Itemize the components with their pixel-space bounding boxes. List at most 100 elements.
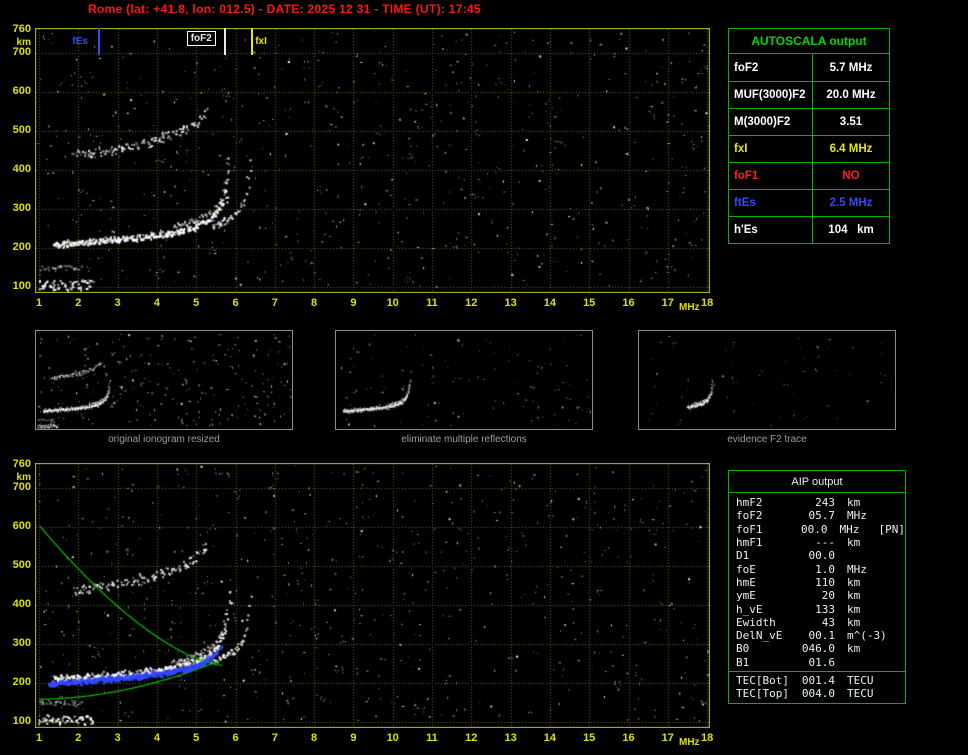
x-tick-label: 9 <box>350 732 357 744</box>
aip-param-value: 05.7 <box>808 509 836 523</box>
x-tick-label: 17 <box>661 297 674 309</box>
x-axis-unit-label: MHz <box>679 737 700 748</box>
aip-row: D1 00.0 <box>729 549 905 562</box>
y-tick-label: 700 <box>12 46 31 59</box>
aip-param-unit: km <box>847 536 861 550</box>
thumbnail-caption-eliminate: eliminate multiple reflections <box>401 434 527 445</box>
aip-param-unit: m^(-3) <box>847 629 887 643</box>
aip-tec-separator <box>729 670 905 672</box>
ionogram-fitted: 760 700 600 500 400 300 200 100 km 1 2 3 4 5 6 7 8 9 10 11 1… <box>13 458 714 748</box>
y-tick-label: 100 <box>12 714 31 727</box>
y-tick-label: 200 <box>12 675 31 688</box>
thumbnail-original-ionogram <box>35 330 293 430</box>
y-tick-label: 400 <box>12 163 31 176</box>
aip-param-value: 00.0 <box>801 522 828 536</box>
aip-param-value: 01.6 <box>808 655 836 669</box>
aip-param-unit: km <box>847 615 861 629</box>
aip-tec-label: TEC[Bot] <box>736 674 789 687</box>
aip-param-value: 046.0 <box>801 642 835 656</box>
x-tick-label: 8 <box>311 732 318 744</box>
y-axis-unit-label: km <box>16 37 31 48</box>
y-tick-label: 500 <box>12 124 31 137</box>
y-tick-label: 600 <box>12 520 31 533</box>
autoscala-row: h'Es 104 km <box>729 216 889 243</box>
aip-tec-unit: TECU <box>847 674 874 687</box>
aip-table-rows: hmF2 243 km foF2 05.7 MHz foF1 00.0 MHz [PN] hmF1-… <box>729 493 905 669</box>
x-tick-label: 4 <box>153 297 160 309</box>
aip-param-label: B0 <box>736 642 750 656</box>
y-tick-label: 500 <box>12 559 31 572</box>
foF2-marker-line <box>223 28 226 55</box>
aip-param-label: Ewidth <box>736 615 776 629</box>
aip-param-label: DelN_vE <box>736 629 783 643</box>
autoscala-param-label: foF2 <box>729 54 813 81</box>
aip-row: B1 01.6 <box>729 656 905 669</box>
fxI-marker-line <box>251 28 254 55</box>
aip-output-table: AIP output hmF2 243 km foF2 05.7 MHz foF1 00.0 M… <box>728 470 906 705</box>
x-tick-label: 5 <box>193 297 200 309</box>
thumbnail-eliminate-canvas <box>336 331 592 429</box>
x-tick-label: 2 <box>75 297 82 309</box>
aip-tec-value: 001.4 <box>801 674 835 687</box>
aip-tec-row: TEC[Bot] 001.4 TECU <box>729 674 905 687</box>
aip-param-label: foF1 <box>736 522 763 536</box>
autoscala-param-value: 6.4 MHz <box>829 143 873 155</box>
autoscala-table-rows: foF2 5.7 MHz MUF(3000)F2 20.0 MHz M(3000)F2 3… <box>729 54 889 243</box>
aip-param-unit: MHz <box>847 509 867 523</box>
y-tick-label: 400 <box>12 598 31 611</box>
aip-param-label: foF2 <box>736 509 763 523</box>
x-tick-label: 11 <box>426 297 438 309</box>
aip-param-label: foE <box>736 562 756 576</box>
y-tick-label: 200 <box>12 240 31 253</box>
y-tick-label: 300 <box>12 201 31 214</box>
x-tick-label: 17 <box>661 732 674 744</box>
page-title: Rome (lat: +41.8, lon: 012.5) - DATE: 20… <box>88 2 481 16</box>
autoscala-row: M(3000)F2 3.51 <box>729 108 889 135</box>
aip-param-value: 133 <box>815 602 835 616</box>
aip-tec-row: TEC[Top] 004.0 TECU <box>729 687 905 700</box>
aip-param-unit: MHz <box>847 562 867 576</box>
x-tick-label: 8 <box>311 297 318 309</box>
autoscala-param-value: 2.5 MHz <box>829 197 873 209</box>
aip-row: DelN_vE 00.1 m^(-3) <box>729 629 905 642</box>
x-tick-label: 1 <box>35 297 43 309</box>
thumbnail-caption-f2trace: evidence F2 trace <box>727 434 807 445</box>
x-tick-label: 14 <box>543 732 557 744</box>
aip-param-value: 243 <box>815 496 835 510</box>
autoscala-app: Rome (lat: +41.8, lon: 012.5) - DATE: 20… <box>0 0 968 755</box>
autoscala-param-label: fxI <box>729 136 813 162</box>
autoscala-row: fxI 6.4 MHz <box>729 135 889 162</box>
aip-param-unit: MHz <box>839 522 860 536</box>
autoscala-table-title: AUTOSCALA output <box>729 29 889 54</box>
autoscala-row: ftEs 2.5 MHz <box>729 189 889 216</box>
ionogram-main-canvas <box>35 28 710 293</box>
fxI-marker-label: fxI <box>255 36 267 47</box>
thumbnail-eliminate-reflections <box>335 330 593 430</box>
x-tick-label: 6 <box>232 297 239 309</box>
aip-param-label: hmF2 <box>736 496 763 510</box>
aip-tec-label: TEC[Top] <box>736 687 789 701</box>
aip-param-value: --- <box>815 536 835 550</box>
autoscala-row: MUF(3000)F2 20.0 MHz <box>729 81 889 108</box>
x-tick-label: 14 <box>543 297 557 309</box>
y-tick-label: 760 <box>12 23 31 35</box>
thumbnail-f2-canvas <box>639 331 895 429</box>
ionogram-main: 760 700 600 500 400 300 200 100 km 1 2 3 4 5 6 7 8 9 10 11 1… <box>13 23 714 313</box>
aip-param-label: h_vE <box>736 602 763 616</box>
autoscala-row: foF2 5.7 MHz <box>729 54 889 81</box>
aip-row: ymE 20 km <box>729 589 905 602</box>
y-axis-unit-label: km <box>16 472 31 483</box>
aip-param-label: B1 <box>736 655 750 669</box>
aip-param-unit: km <box>847 589 861 603</box>
ionogram-fitted-canvas <box>35 463 710 728</box>
aip-param-unit: km <box>847 642 861 656</box>
autoscala-param-value: 20.0 MHz <box>826 89 876 101</box>
x-tick-label: 13 <box>504 297 517 309</box>
aip-param-label: D1 <box>736 549 750 563</box>
x-tick-label: 12 <box>465 297 478 309</box>
aip-param-unit: km <box>847 496 861 510</box>
x-tick-label: 3 <box>114 297 121 309</box>
fEs-marker-label: fEs <box>72 36 88 47</box>
aip-param-value: 00.1 <box>808 629 836 643</box>
thumbnail-original-canvas <box>36 331 292 429</box>
